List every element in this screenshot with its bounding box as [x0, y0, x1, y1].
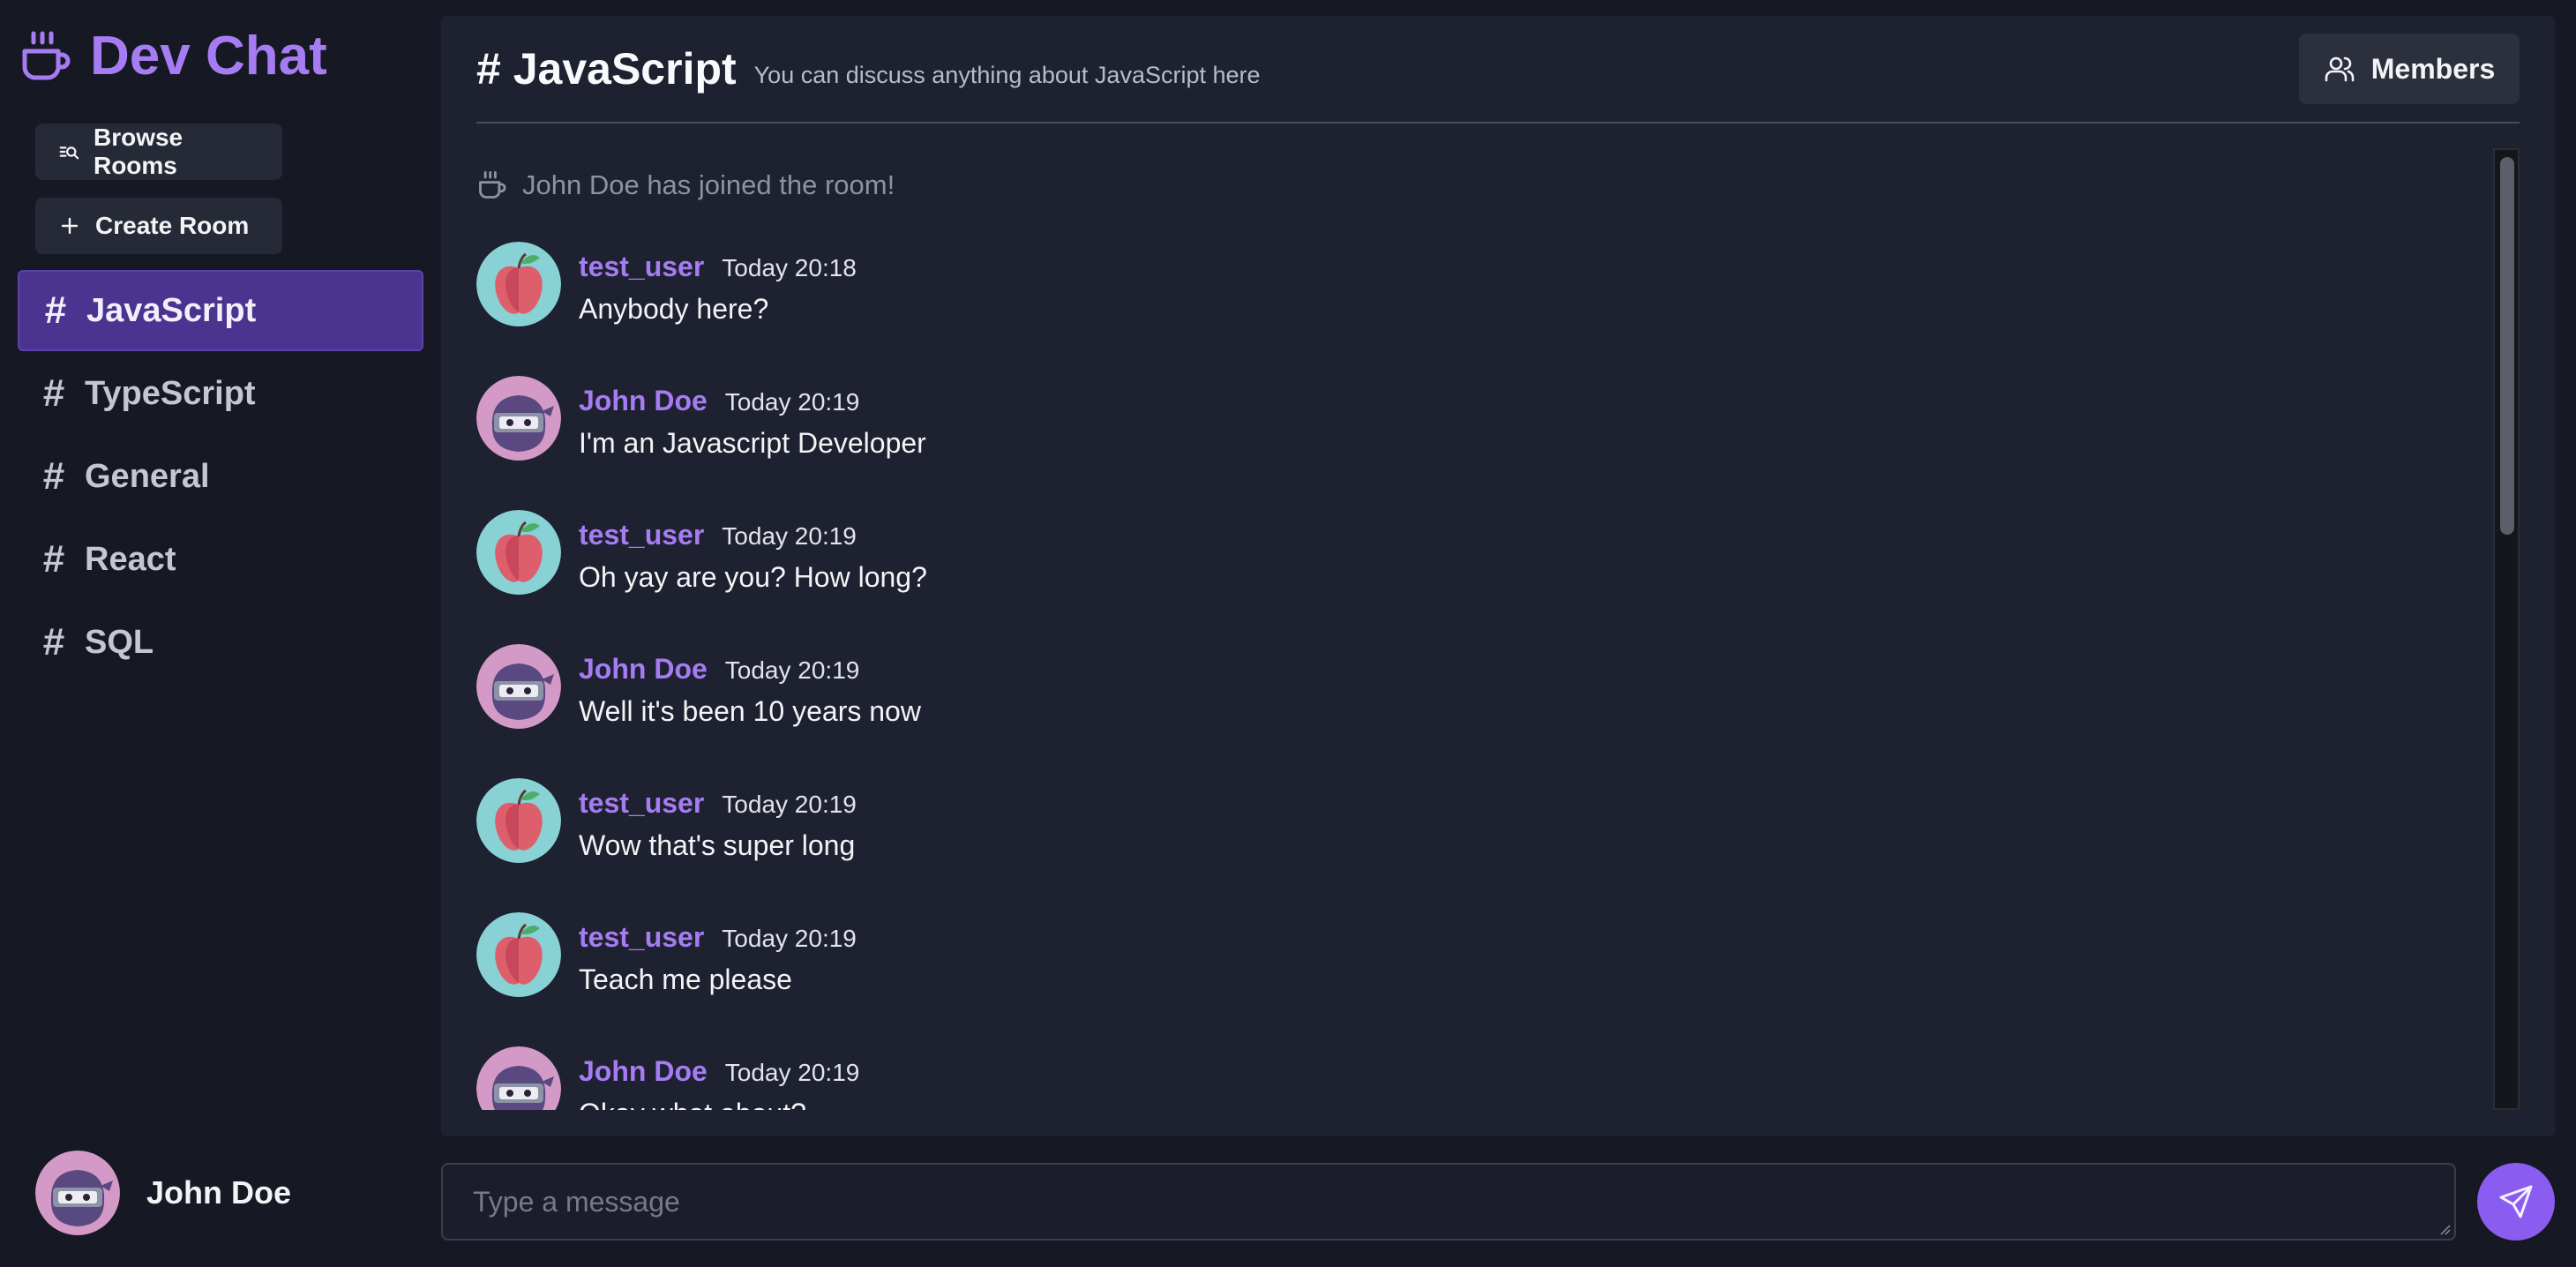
message-text: Well it's been 10 years now — [579, 695, 921, 727]
message-avatar[interactable] — [476, 1046, 561, 1110]
message-text: Okay what about? — [579, 1098, 859, 1110]
current-user-name: John Doe — [146, 1174, 292, 1211]
coffee-cup-icon — [22, 31, 71, 80]
message-avatar[interactable] — [476, 778, 561, 863]
room-title-text: JavaScript — [513, 44, 737, 94]
room-header: # JavaScript You can discuss anything ab… — [476, 16, 2520, 124]
room-label: JavaScript — [86, 291, 257, 329]
message-timestamp: Today 20:19 — [722, 791, 857, 818]
message-author[interactable]: John Doe — [579, 1055, 708, 1088]
send-icon — [2499, 1185, 2533, 1218]
resize-grip-icon[interactable] — [2438, 1223, 2451, 1235]
plus-icon — [61, 217, 79, 235]
message-item: test_user Today 20:19 Oh yay are you? Ho… — [476, 510, 2417, 607]
message-timestamp: Today 20:19 — [724, 1059, 860, 1086]
ninja-avatar-icon — [35, 1151, 120, 1235]
create-room-label: Create Room — [95, 212, 250, 239]
apple-avatar-icon — [476, 510, 561, 595]
hash-icon: # — [42, 371, 65, 415]
message-author[interactable]: test_user — [579, 787, 704, 820]
feed-scrollbar[interactable] — [2493, 148, 2520, 1110]
message-author[interactable]: test_user — [579, 519, 704, 551]
apple-avatar-icon — [476, 242, 561, 326]
system-message-text: John Doe has joined the room! — [522, 169, 895, 200]
room-label: TypeScript — [85, 374, 256, 412]
message-avatar[interactable] — [476, 510, 561, 595]
message-text: Teach me please — [579, 963, 792, 995]
message-item: John Doe Today 20:19 Okay what about? — [476, 1046, 2417, 1110]
sidebar-item-sql[interactable]: # SQL — [18, 602, 423, 683]
message-author[interactable]: John Doe — [579, 385, 708, 417]
sidebar-item-general[interactable]: # General — [18, 436, 423, 517]
message-text: I'm an Javascript Developer — [579, 427, 926, 459]
apple-avatar-icon — [476, 778, 561, 863]
browse-search-icon — [59, 146, 79, 160]
current-user-avatar — [35, 1151, 120, 1235]
room-title-hash: # — [476, 44, 501, 94]
browse-rooms-label: Browse Rooms — [93, 124, 183, 179]
message-feed[interactable]: John Doe has joined the room! test_user — [476, 148, 2479, 1110]
room-label: General — [85, 457, 210, 495]
members-label: Members — [2370, 52, 2496, 85]
hash-icon: # — [42, 537, 65, 581]
message-timestamp: Today 20:19 — [722, 925, 857, 952]
message-item: test_user Today 20:19 Wow that's super l… — [476, 778, 2417, 875]
message-avatar[interactable] — [476, 242, 561, 326]
room-label: SQL — [85, 623, 154, 661]
send-button[interactable] — [2477, 1163, 2555, 1241]
room-title: # JavaScript — [476, 43, 737, 94]
message-avatar[interactable] — [476, 644, 561, 729]
brand-title: Dev Chat — [90, 26, 327, 86]
sidebar-item-javascript[interactable]: # JavaScript — [18, 270, 423, 351]
message-author[interactable]: test_user — [579, 251, 704, 283]
members-button[interactable]: Members — [2299, 34, 2520, 104]
brand[interactable]: Dev Chat — [18, 21, 327, 92]
message-avatar[interactable] — [476, 376, 561, 461]
message-item: John Doe Today 20:19 Well it's been 10 y… — [476, 644, 2417, 741]
scrollbar-thumb[interactable] — [2500, 157, 2514, 535]
ninja-avatar-icon — [476, 644, 561, 729]
app-root: Dev Chat Browse Rooms Create Room # Java… — [0, 0, 2576, 1267]
users-icon — [2325, 56, 2355, 82]
message-text: Wow that's super long — [579, 829, 856, 861]
message-timestamp: Today 20:19 — [724, 388, 860, 416]
chat-panel: # JavaScript You can discuss anything ab… — [441, 16, 2555, 1136]
sidebar-item-typescript[interactable]: # TypeScript — [18, 353, 423, 434]
room-description: You can discuss anything about JavaScrip… — [753, 61, 1261, 88]
hash-icon: # — [42, 454, 65, 498]
message-text: Anybody here? — [579, 293, 769, 325]
message-input[interactable] — [443, 1165, 2454, 1239]
message-author[interactable]: test_user — [579, 921, 704, 954]
message-avatar[interactable] — [476, 912, 561, 997]
room-label: React — [85, 540, 176, 578]
hash-icon: # — [42, 620, 65, 663]
coffee-cup-icon — [479, 170, 506, 199]
message-item: John Doe Today 20:19 I'm an Javascript D… — [476, 376, 2417, 473]
message-timestamp: Today 20:19 — [724, 656, 860, 684]
message-item: test_user Today 20:19 Teach me please — [476, 912, 2417, 1009]
ninja-avatar-icon — [476, 1046, 561, 1110]
system-message: John Doe has joined the room! — [476, 166, 895, 205]
apple-avatar-icon — [476, 912, 561, 997]
message-author[interactable]: John Doe — [579, 653, 708, 686]
sidebar: Dev Chat Browse Rooms Create Room # Java… — [0, 0, 441, 1267]
sidebar-item-react[interactable]: # React — [18, 519, 423, 600]
create-room-button[interactable]: Create Room — [35, 198, 282, 254]
message-composer — [441, 1163, 2456, 1241]
browse-rooms-button[interactable]: Browse Rooms — [35, 124, 282, 180]
message-timestamp: Today 20:19 — [722, 522, 857, 550]
message-text: Oh yay are you? How long? — [579, 561, 927, 593]
room-list: # JavaScript # TypeScript # General # Re… — [18, 270, 423, 685]
current-user[interactable]: John Doe — [35, 1149, 291, 1237]
message-timestamp: Today 20:18 — [722, 254, 857, 281]
ninja-avatar-icon — [476, 376, 561, 461]
hash-icon: # — [44, 289, 67, 332]
message-item: test_user Today 20:18 Anybody here? — [476, 242, 2417, 339]
